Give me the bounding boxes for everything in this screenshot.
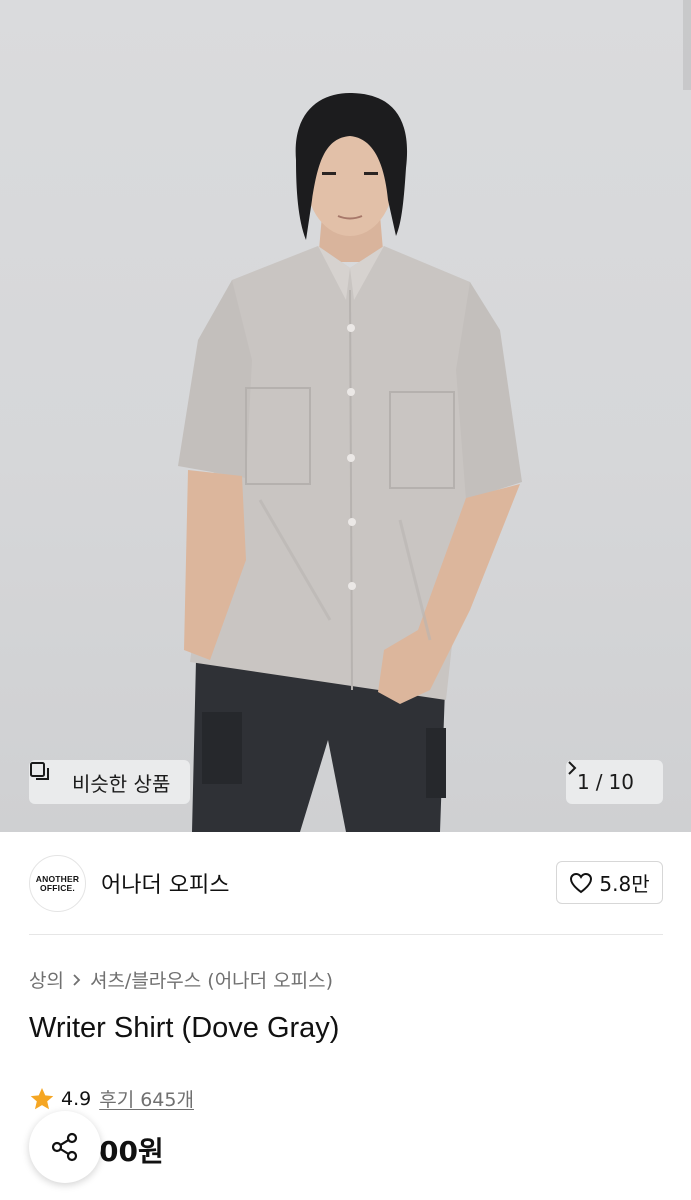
brand-like-button[interactable]: 5.8만 (556, 861, 663, 904)
review-count-link[interactable]: 후기 645개 (99, 1085, 194, 1112)
brand-name-link[interactable]: 어나더 오피스 (101, 867, 229, 899)
star-icon (29, 1086, 55, 1112)
share-icon (48, 1130, 82, 1164)
breadcrumb: 상의 셔츠/블라우스 (어나더 오피스) (29, 966, 333, 993)
heart-outline-icon (569, 872, 593, 894)
stacked-squares-icon (30, 762, 64, 793)
similar-products-button[interactable]: 비슷한 상품 (29, 760, 190, 804)
product-image[interactable]: 비슷한 상품 1 / 10 (0, 0, 691, 832)
image-pager-button[interactable]: 1 / 10 (566, 760, 663, 804)
chevron-right-icon (568, 761, 652, 790)
price: 00원 (99, 1135, 164, 1168)
section-divider (29, 934, 663, 935)
breadcrumb-item-category[interactable]: 셔츠/블라우스 (어나더 오피스) (90, 966, 333, 993)
pager-total: 10 (608, 770, 634, 794)
chevron-right-icon (72, 973, 82, 987)
rating-value: 4.9 (61, 1087, 92, 1110)
brand-row: ANOTHER OFFICE. 어나더 오피스 5.8만 (29, 853, 663, 913)
similar-products-label: 비슷한 상품 (72, 771, 171, 796)
rating-row: 4.9 후기 645개 (29, 1085, 194, 1112)
brand-logo-line-2: OFFICE. (40, 882, 75, 893)
brand-logo[interactable]: ANOTHER OFFICE. (29, 855, 86, 912)
share-button[interactable] (29, 1111, 101, 1183)
product-photo-illustration (178, 0, 691, 832)
product-title: Writer Shirt (Dove Gray) (29, 1012, 340, 1044)
breadcrumb-item-top[interactable]: 상의 (29, 966, 64, 993)
brand-like-count: 5.8만 (599, 872, 650, 896)
pager-current: 1 (577, 770, 590, 794)
pager-separator: / (595, 770, 603, 794)
